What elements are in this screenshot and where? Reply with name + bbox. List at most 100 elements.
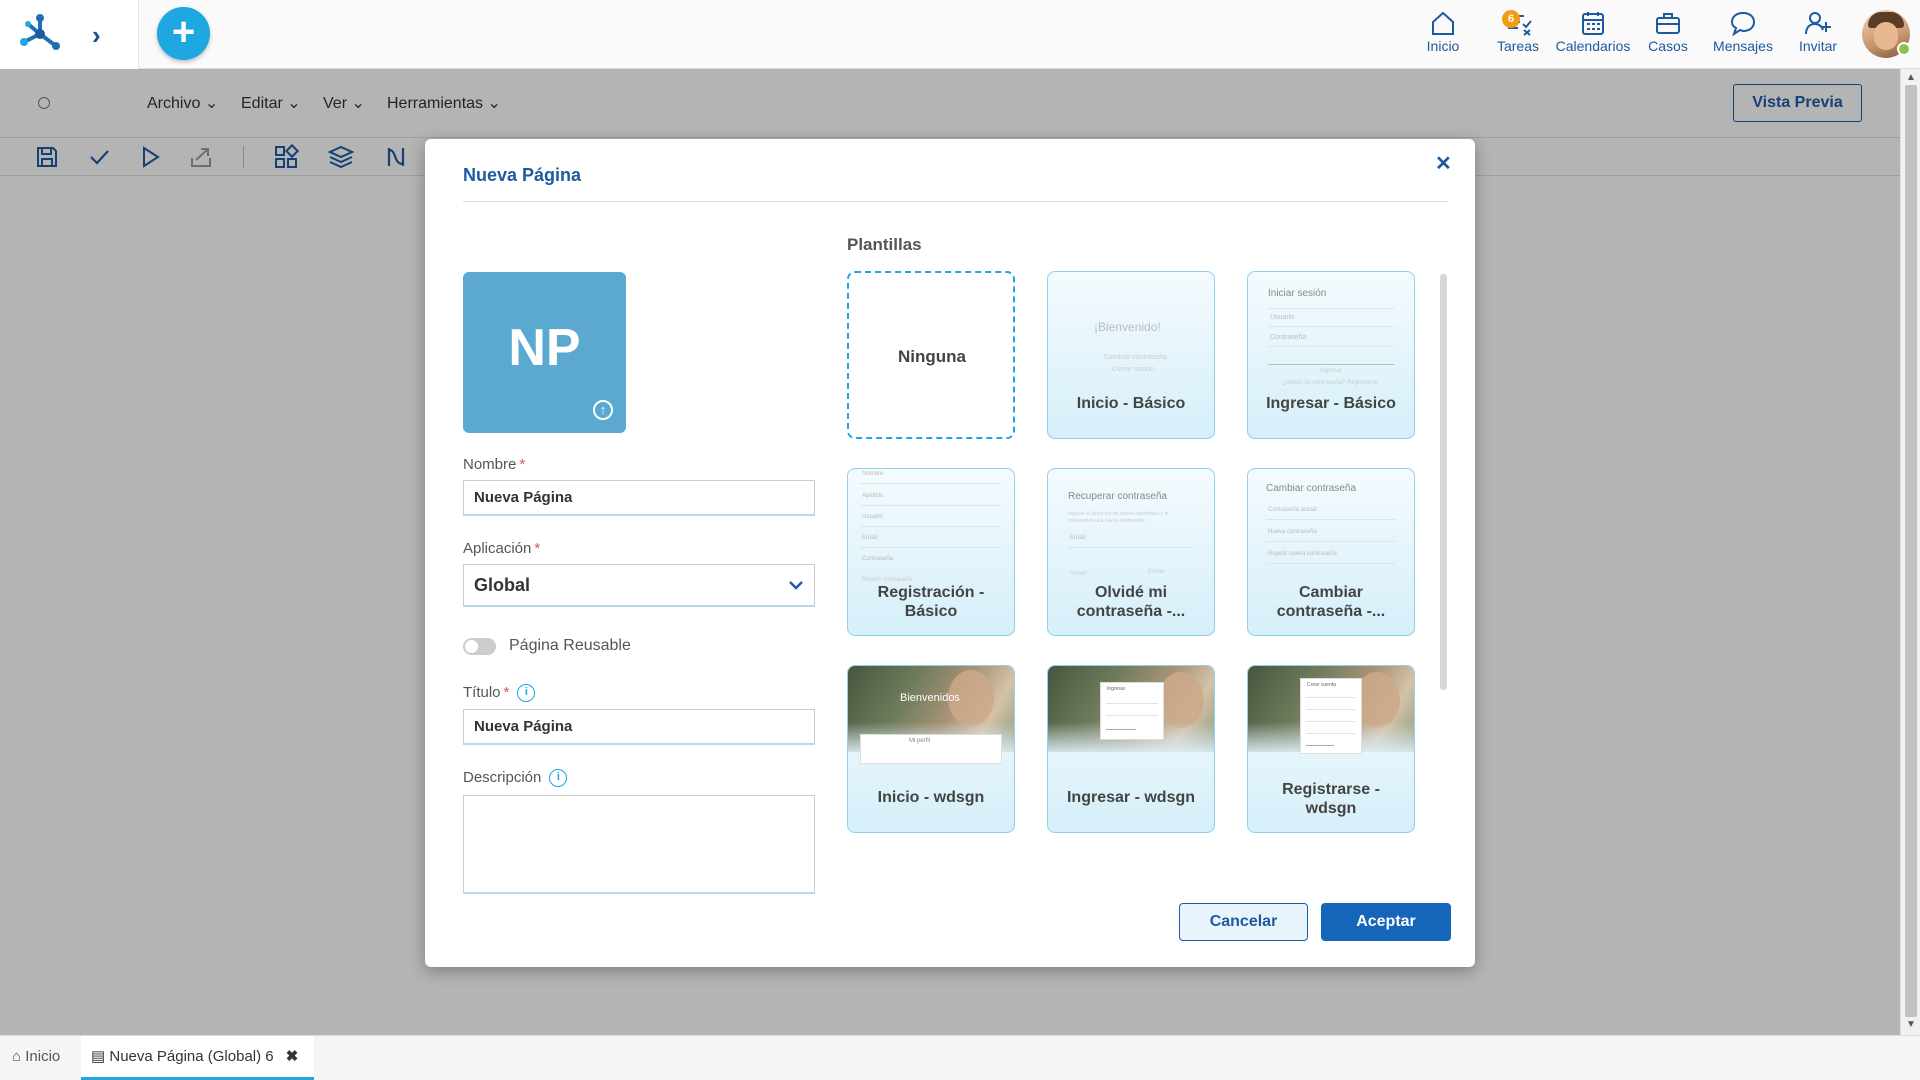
app-logo-icon [20, 14, 60, 50]
preview-rule [1306, 709, 1356, 710]
preview-line: Nombre [862, 471, 884, 477]
nav-inicio[interactable]: Inicio [1403, 10, 1483, 54]
template-card-ingresar-wdsgn[interactable]: Ingresar Ingresar - wdsgn [1047, 665, 1215, 833]
info-icon[interactable]: i [517, 684, 536, 703]
tab-nueva-pagina[interactable]: ▤ Nueva Página (Global) 6 ✖ [81, 1036, 314, 1080]
preview-heading: Cambiar contraseña [1266, 483, 1357, 494]
titulo-input[interactable]: Nueva Página [463, 709, 815, 745]
tab-inicio[interactable]: ⌂ Inicio [0, 1036, 81, 1080]
preview-rule [1306, 721, 1356, 722]
preview-line: Repetir nueva contraseña [1268, 551, 1337, 557]
descripcion-textarea[interactable] [463, 795, 815, 894]
preview-rule [1266, 563, 1396, 564]
preview-register-form: Crear cuenta [1300, 678, 1362, 754]
close-tab-icon[interactable]: ✖ [286, 1048, 299, 1065]
preview-line: Usuario [862, 514, 883, 520]
aplicacion-label: Aplicación * [463, 540, 540, 557]
preview-rule [860, 483, 1000, 484]
label-text: Descripción [463, 769, 542, 786]
nav-tareas[interactable]: 6 Tareas [1478, 10, 1558, 54]
scroll-up-icon[interactable]: ▲ [1906, 72, 1916, 83]
new-page-dialog: Nueva Página ✕ NP ↑ Nombre * Nueva Página… [425, 139, 1475, 967]
close-icon[interactable]: ✕ [1435, 151, 1452, 176]
preview-line: Email [1070, 535, 1086, 541]
tab-label: Nueva Página (Global) 6 [109, 1048, 274, 1065]
preview-rule [860, 526, 1000, 527]
required-marker: * [519, 456, 526, 473]
preview-rule [1268, 308, 1394, 309]
preview-panel: Mi perfil [860, 734, 1002, 764]
nav-invitar[interactable]: Invitar [1778, 10, 1858, 54]
template-card-cambiar-contrasena[interactable]: Cambiar contraseña Contraseña actual Nue… [1247, 468, 1415, 636]
preview-line: Contraseña [862, 556, 894, 562]
nav-mensajes[interactable]: Mensajes [1703, 10, 1783, 54]
page-avatar-tile[interactable]: NP ↑ [463, 272, 626, 433]
photo-subject [1158, 672, 1204, 728]
preview-line: Usuario [1270, 314, 1295, 321]
aplicacion-select[interactable]: Global [463, 564, 815, 607]
avatar-initials: NP [508, 319, 581, 377]
chevron-down-icon [789, 581, 803, 590]
preview-button-rule [1268, 364, 1394, 365]
label-text: Título [463, 684, 501, 701]
template-label: Registración - Básico [877, 584, 985, 620]
preview-heading: Crear cuenta [1307, 682, 1336, 688]
preview-line: Email [862, 535, 878, 541]
nombre-label: Nombre * [463, 456, 525, 473]
tasks-badge: 6 [1502, 10, 1520, 28]
create-new-button[interactable]: + [157, 7, 210, 60]
templates-scroll-thumb[interactable] [1440, 274, 1447, 690]
preview-line: Ingrese la dirección de correo electróni… [1068, 511, 1169, 524]
template-card-ingresar-basico[interactable]: Iniciar sesión Usuario Contraseña Ingres… [1247, 271, 1415, 439]
required-marker: * [503, 684, 510, 701]
expand-chevron-icon[interactable]: › [92, 20, 101, 51]
label-text: Nombre [463, 456, 517, 473]
preview-rule [1266, 519, 1396, 520]
nav-casos[interactable]: Casos [1628, 10, 1708, 54]
nav-label: Calendarios [1555, 38, 1631, 54]
template-card-inicio-basico[interactable]: ¡Bienvenido! Cambiar contraseña Cerrar s… [1047, 271, 1215, 439]
preview-heading: ¡Bienvenido! [1094, 320, 1161, 334]
preview-rule [1306, 697, 1356, 698]
template-card-registracion-basico[interactable]: Nombre Apellido Usuario Email Contraseña… [847, 468, 1015, 636]
nav-calendarios[interactable]: Calendarios [1553, 10, 1633, 54]
preview-line: Enviar [1148, 569, 1166, 575]
preview-rule [1106, 715, 1158, 716]
templates-scrollbar[interactable] [1440, 274, 1447, 690]
calendar-icon [1582, 12, 1604, 35]
avatar-face [1874, 22, 1898, 50]
preview-line: Nueva contraseña [1268, 529, 1317, 535]
label-text: Aplicación [463, 540, 532, 557]
nombre-input[interactable]: Nueva Página [463, 480, 815, 516]
scroll-thumb[interactable] [1905, 85, 1917, 1017]
logo-tile[interactable]: › [0, 0, 139, 69]
required-marker: * [534, 540, 541, 557]
preview-rule [1306, 733, 1356, 734]
preview-line: Cerrar sesión [1112, 366, 1155, 373]
online-status-indicator [1897, 42, 1911, 56]
top-bar: › + Inicio 6 Tareas Calendarios Casos Me… [0, 0, 1920, 69]
descripcion-label: Descripción i [463, 769, 568, 788]
template-card-ninguna[interactable]: Ninguna [847, 271, 1015, 439]
upload-icon[interactable]: ↑ [593, 400, 613, 420]
template-label: Olvidé mi contraseña -... [1076, 584, 1186, 620]
template-card-olvide-contrasena[interactable]: Recuperar contraseña Ingrese la direcció… [1047, 468, 1215, 636]
nav-label: Invitar [1798, 38, 1838, 54]
scroll-down-icon[interactable]: ▼ [1906, 1019, 1916, 1030]
nav-label: Mensajes [1713, 38, 1773, 54]
bottom-tab-bar: ⌂ Inicio ▤ Nueva Página (Global) 6 ✖ [0, 1035, 1920, 1080]
reusable-toggle[interactable] [463, 638, 496, 655]
template-card-inicio-wdsgn[interactable]: Bienvenidos Mi perfil Inicio - wdsgn [847, 665, 1015, 833]
page-scrollbar[interactable]: ▲ ▼ [1900, 69, 1920, 1035]
preview-rule [860, 505, 1000, 506]
cancel-button[interactable]: Cancelar [1179, 903, 1308, 941]
templates-title: Plantillas [847, 235, 922, 254]
template-card-registrarse-wdsgn[interactable]: Crear cuenta Registrarse - wdsgn [1247, 665, 1415, 833]
info-icon[interactable]: i [549, 769, 568, 788]
preview-heading: Recuperar contraseña [1068, 491, 1167, 502]
tab-label: Inicio [25, 1048, 61, 1065]
preview-rule [1268, 326, 1394, 327]
select-value: Global [474, 575, 531, 595]
preview-heading: Iniciar sesión [1268, 288, 1327, 299]
accept-button[interactable]: Aceptar [1321, 903, 1451, 941]
